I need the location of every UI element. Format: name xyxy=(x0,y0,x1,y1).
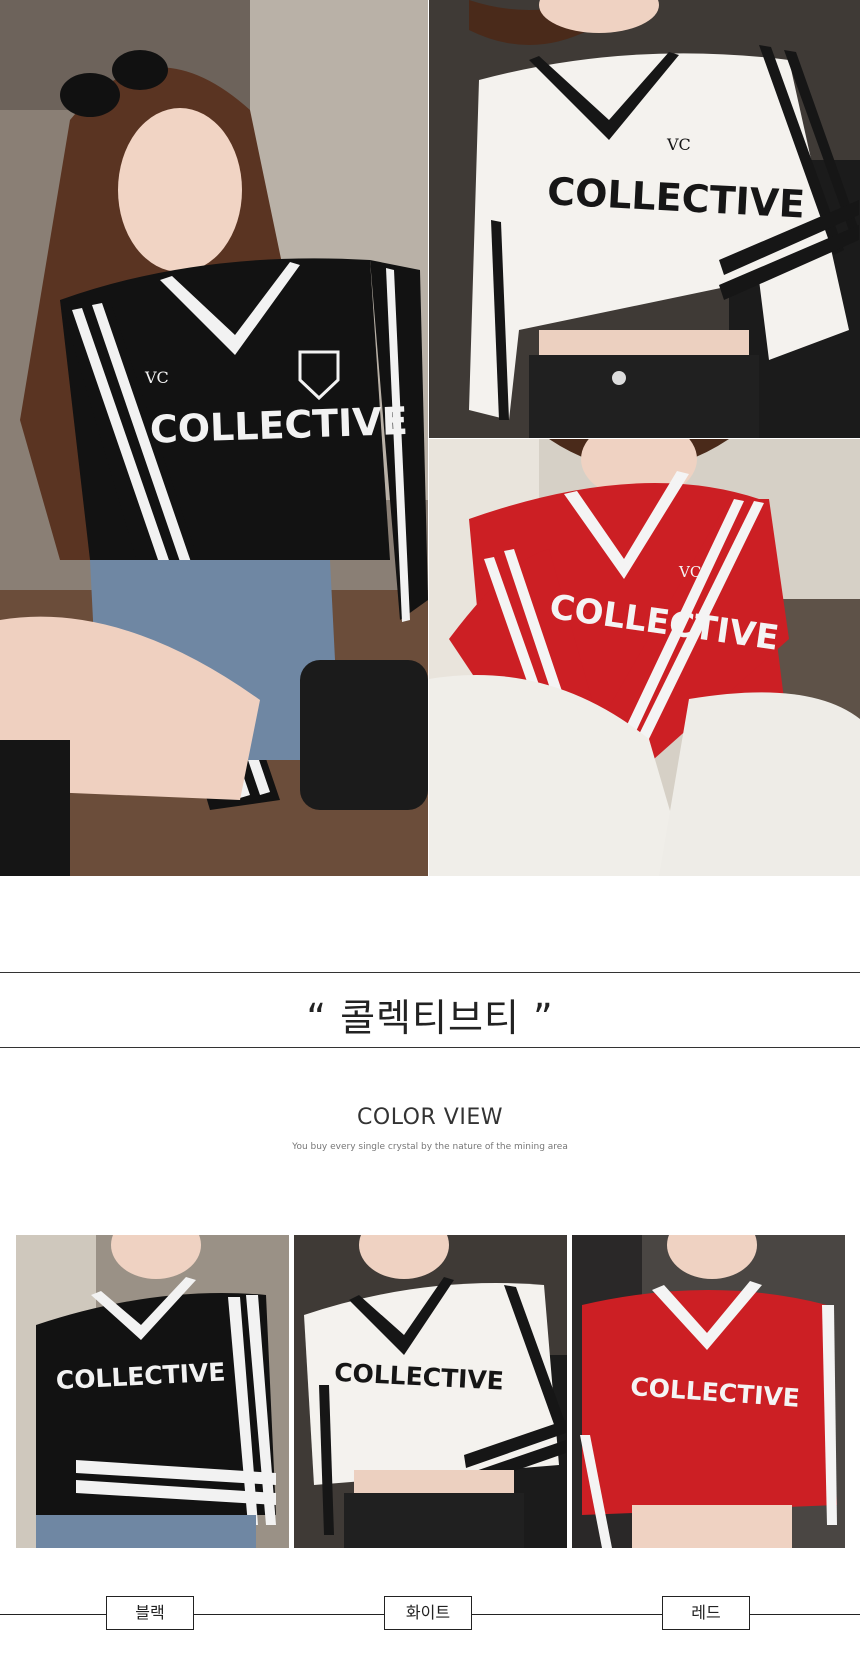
hero-logo-text-white: VC xyxy=(666,135,691,154)
variant-label-black: 블랙 xyxy=(106,1596,194,1630)
variant-photo-white: COLLECTIVE xyxy=(294,1235,567,1548)
product-title: “ 콜렉티브티 ” xyxy=(306,996,554,1040)
hero-logo-text-red: VC xyxy=(678,563,701,581)
variant-label-red: 레드 xyxy=(662,1596,750,1630)
model-photo-black: COLLECTIVE VC xyxy=(0,0,428,876)
model-photo-white: COLLECTIVE VC xyxy=(429,0,860,438)
variant-photo-red: COLLECTIVE xyxy=(572,1235,845,1548)
product-title-band: “ 콜렉티브티 ” xyxy=(0,972,860,1048)
hero-print-text-black: COLLECTIVE xyxy=(149,399,408,452)
color-view-subheading: You buy every single crystal by the natu… xyxy=(292,1142,568,1152)
color-view-heading: COLOR VIEW xyxy=(357,1105,503,1130)
model-photo-red: COLLECTIVE VC xyxy=(429,439,860,876)
variant-label-white: 화이트 xyxy=(384,1596,472,1630)
variant-photo-black: COLLECTIVE xyxy=(16,1235,289,1548)
hero-logo-text-black: VC xyxy=(144,368,169,387)
hero-collage: COLLECTIVE VC COLLECTIVE VC COLLECTIVE V… xyxy=(0,0,860,876)
